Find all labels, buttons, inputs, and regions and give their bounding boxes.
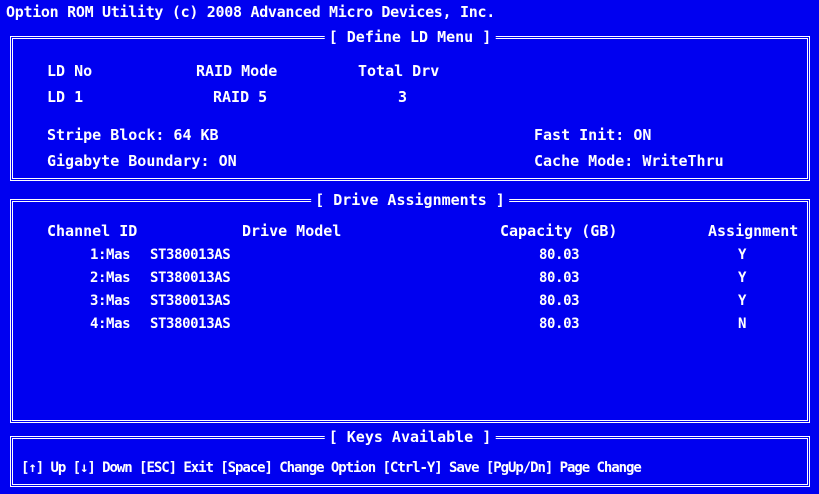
assignment-column-header: Assignment	[708, 222, 799, 240]
drive-capacity: 80.03	[539, 316, 580, 332]
drive-assignment[interactable]: Y	[738, 269, 746, 287]
drive-assignments-panel: [ Drive Assignments ] Channel ID Drive M…	[10, 191, 810, 423]
drive-channel: 2:Mas	[90, 270, 131, 286]
drive-model: ST380013AS	[150, 293, 231, 309]
ld-no-header: LD No	[47, 62, 93, 80]
bios-screen: Option ROM Utility (c) 2008 Advanced Mic…	[0, 0, 819, 494]
drive-channel: 3:Mas	[90, 293, 131, 309]
fast-init-option[interactable]: Fast Init: ON	[534, 126, 651, 144]
drive-model: ST380013AS	[150, 247, 231, 263]
drive-channel: 1:Mas	[90, 247, 131, 263]
window-title: Option ROM Utility (c) 2008 Advanced Mic…	[6, 3, 495, 21]
gigabyte-boundary-option[interactable]: Gigabyte Boundary: ON	[47, 152, 237, 170]
key-hints: [↑] Up [↓] Down [ESC] Exit [Space] Chang…	[21, 460, 642, 476]
keys-available-panel-title: [ Keys Available ]	[324, 428, 496, 446]
drive-assignment[interactable]: Y	[738, 246, 746, 264]
keys-available-panel: [ Keys Available ] [↑] Up [↓] Down [ESC]…	[10, 428, 810, 487]
drive-capacity: 80.03	[539, 270, 580, 286]
total-drv-header: Total Drv	[358, 62, 440, 80]
cache-mode-option[interactable]: Cache Mode: WriteThru	[534, 152, 724, 170]
drive-capacity: 80.03	[539, 293, 580, 309]
drive-capacity: 80.03	[539, 247, 580, 263]
drive-assignments-panel-title: [ Drive Assignments ]	[311, 191, 509, 209]
drive-model: ST380013AS	[150, 316, 231, 332]
define-ld-panel: [ Define LD Menu ] LD No RAID Mode Total…	[10, 28, 810, 181]
channel-id-column-header: Channel ID	[47, 222, 138, 240]
raid-mode-value[interactable]: RAID 5	[213, 88, 267, 106]
drive-model-column-header: Drive Model	[242, 222, 342, 240]
drive-assignment[interactable]: N	[738, 315, 746, 333]
ld-no-value[interactable]: LD 1	[47, 88, 83, 106]
raid-mode-header: RAID Mode	[196, 62, 278, 80]
define-ld-panel-title: [ Define LD Menu ]	[324, 28, 496, 46]
drive-assignment[interactable]: Y	[738, 292, 746, 310]
stripe-block-option[interactable]: Stripe Block: 64 KB	[47, 126, 219, 144]
capacity-column-header: Capacity (GB)	[500, 222, 618, 240]
drive-model: ST380013AS	[150, 270, 231, 286]
drive-channel: 4:Mas	[90, 316, 131, 332]
total-drv-value[interactable]: 3	[398, 88, 407, 106]
